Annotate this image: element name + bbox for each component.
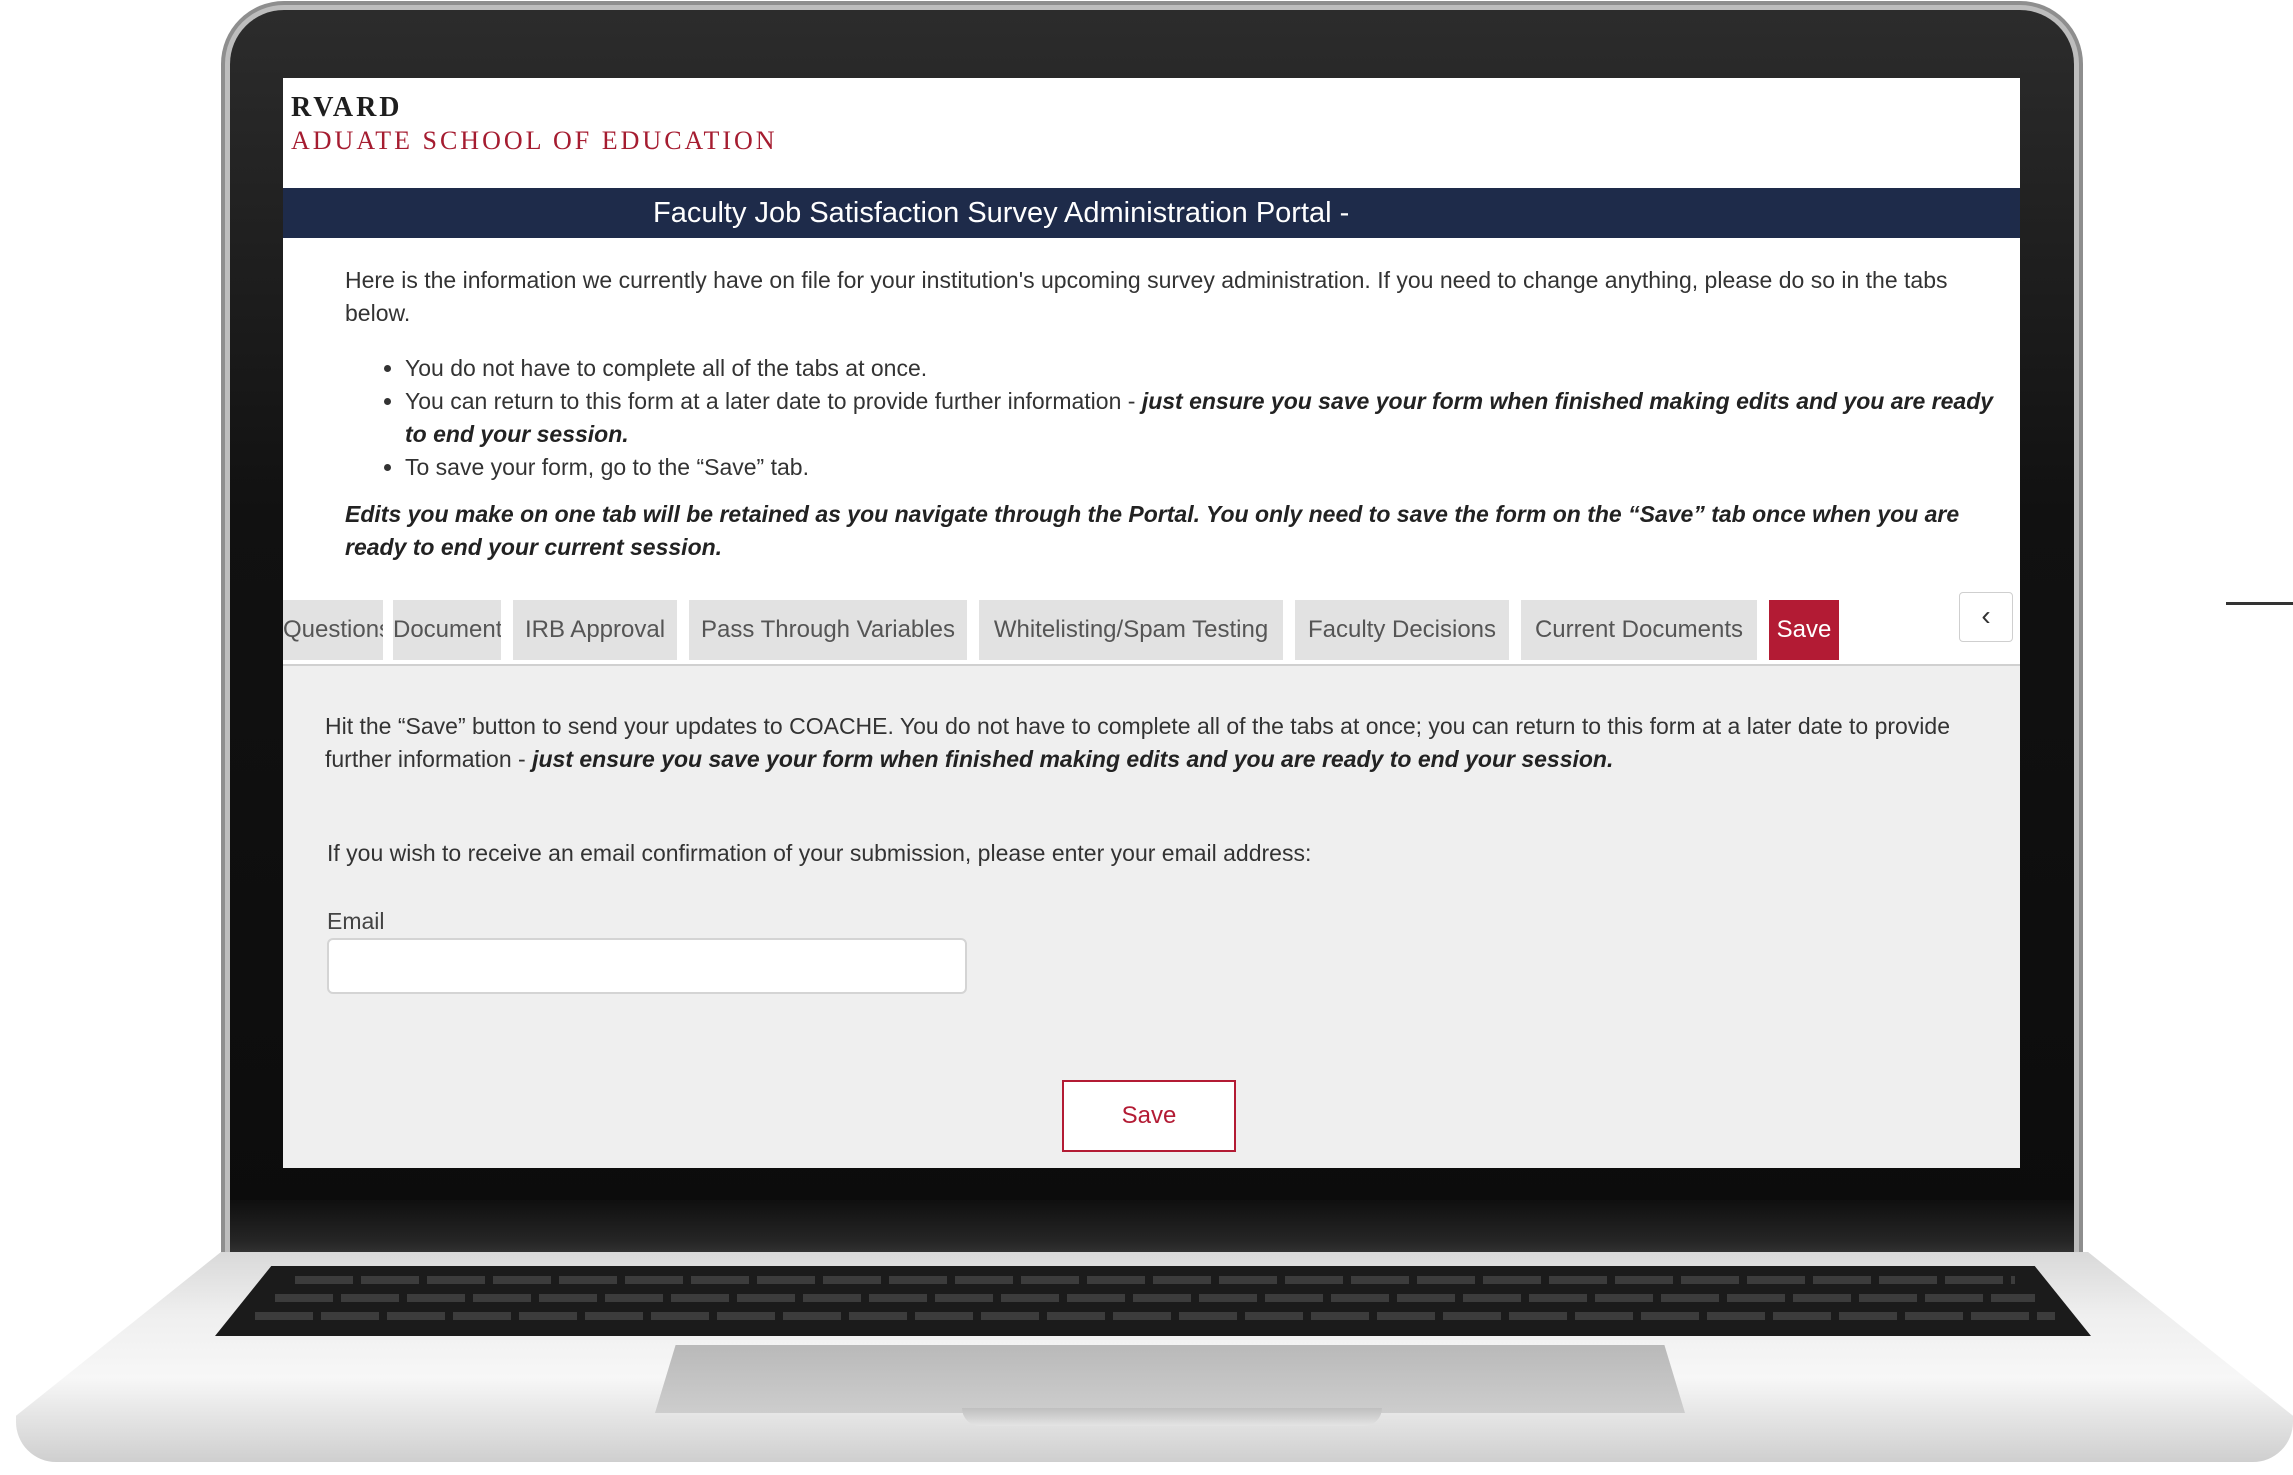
email-input[interactable] [327, 938, 967, 994]
decorative-line [2226, 602, 2293, 605]
save-tab-panel: Hit the “Save” button to send your updat… [283, 666, 2020, 1168]
laptop-trackpad [655, 1345, 1685, 1413]
tab-questions[interactable]: Questions [283, 600, 383, 660]
tab-whitelisting-spam-testing[interactable]: Whitelisting/Spam Testing [979, 600, 1283, 660]
keyboard-row [275, 1294, 2035, 1302]
bullet-text: To save your form, go to the “Save” tab. [405, 454, 809, 480]
keyboard-row [295, 1276, 2015, 1284]
tab-scroll-left-button[interactable]: ‹ [1959, 592, 2013, 642]
tab-documents[interactable]: Documents [393, 600, 501, 660]
portal-title: Faculty Job Satisfaction Survey Administ… [653, 197, 1350, 229]
email-prompt: If you wish to receive an email confirma… [327, 840, 1312, 866]
save-instructions: Hit the “Save” button to send your updat… [325, 710, 2005, 776]
tab-current-documents[interactable]: Current Documents [1521, 600, 1757, 660]
keyboard-row [255, 1312, 2055, 1320]
laptop-keyboard [215, 1266, 2091, 1336]
intro-bullet: To save your form, go to the “Save” tab. [405, 451, 2015, 484]
intro-note: Edits you make on one tab will be retain… [345, 501, 1960, 560]
intro-bullet: You do not have to complete all of the t… [405, 352, 2015, 385]
laptop-notch [962, 1408, 1382, 1426]
portal-banner: Faculty Job Satisfaction Survey Administ… [283, 188, 2020, 238]
logo-line-1: RVARD [291, 92, 403, 123]
laptop-screen: RVARD ADUATE SCHOOL OF EDUCATION Faculty… [283, 78, 2020, 1168]
laptop-hinge [230, 1200, 2074, 1260]
tab-bar: Questions Documents IRB Approval Pass Th… [283, 592, 2020, 666]
tab-pass-through-variables[interactable]: Pass Through Variables [689, 600, 967, 660]
intro-bullet: You can return to this form at a later d… [405, 385, 2015, 451]
save-instructions-emphasis: just ensure you save your form when fini… [532, 746, 1614, 772]
email-label: Email [327, 908, 385, 934]
tab-save[interactable]: Save [1769, 600, 1839, 660]
chevron-left-icon: ‹ [1981, 600, 1991, 631]
institution-logo: RVARD ADUATE SCHOOL OF EDUCATION [291, 92, 778, 156]
intro-paragraph: Here is the information we currently hav… [345, 267, 1948, 326]
bullet-text: You can return to this form at a later d… [405, 388, 1142, 414]
logo-line-2: ADUATE SCHOOL OF EDUCATION [291, 126, 778, 155]
tab-faculty-decisions[interactable]: Faculty Decisions [1295, 600, 1509, 660]
tab-irb-approval[interactable]: IRB Approval [513, 600, 677, 660]
save-button[interactable]: Save [1062, 1080, 1236, 1152]
intro-bullets: You do not have to complete all of the t… [345, 352, 2015, 484]
bullet-text: You do not have to complete all of the t… [405, 355, 928, 381]
intro-section: Here is the information we currently hav… [345, 264, 2015, 564]
